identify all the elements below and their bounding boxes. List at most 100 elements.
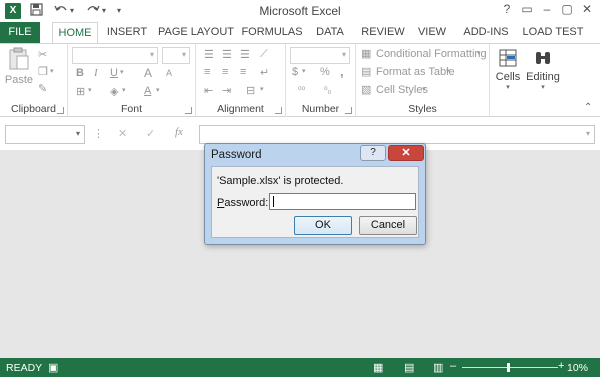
- merge-dropdown-icon[interactable]: ▾: [260, 85, 264, 93]
- format-as-table-button[interactable]: Format as Table: [376, 66, 455, 78]
- increase-decimal-icon[interactable]: ⁰⁰: [298, 85, 305, 96]
- underline-icon[interactable]: U: [110, 67, 118, 79]
- dialog-close-button[interactable]: ✕: [388, 145, 424, 161]
- shrink-font-icon[interactable]: A: [166, 68, 172, 78]
- font-size-dropdown[interactable]: ▾: [162, 47, 190, 64]
- align-middle-icon[interactable]: ☰: [222, 48, 232, 61]
- cell-styles-icon[interactable]: ▧: [361, 83, 371, 96]
- format-painter-icon[interactable]: ✎: [38, 82, 47, 95]
- cut-icon[interactable]: ✂: [38, 48, 47, 61]
- fill-color-dropdown-icon[interactable]: ▾: [122, 86, 126, 94]
- chevron-down-icon: ▾: [181, 50, 186, 59]
- borders-icon[interactable]: ⊞: [76, 85, 85, 98]
- paste-button[interactable]: Paste: [4, 47, 34, 86]
- dialog-help-button[interactable]: ?: [360, 145, 386, 161]
- comma-style-icon[interactable]: ,: [340, 64, 344, 79]
- page-break-preview-icon[interactable]: ▥: [433, 361, 443, 374]
- cells-icon: [499, 49, 517, 67]
- font-launcher-icon[interactable]: [185, 107, 192, 114]
- conditional-formatting-dropdown-icon[interactable]: ▾: [477, 49, 481, 57]
- font-color-icon[interactable]: A: [144, 85, 151, 97]
- zoom-in-icon[interactable]: +: [558, 360, 564, 372]
- restore-icon[interactable]: ▢: [558, 2, 576, 16]
- decrease-indent-icon[interactable]: ⇤: [204, 84, 213, 97]
- number-launcher-icon[interactable]: [345, 107, 352, 114]
- tab-page-layout[interactable]: PAGE LAYOUT: [156, 22, 236, 43]
- copy-icon[interactable]: ❐: [38, 65, 48, 78]
- zoom-level[interactable]: 10%: [567, 362, 588, 374]
- tab-insert[interactable]: INSERT: [104, 22, 150, 43]
- conditional-formatting-icon[interactable]: ▦: [361, 47, 371, 60]
- tab-review[interactable]: REVIEW: [358, 22, 408, 43]
- cells-button[interactable]: Cells ▾: [494, 48, 522, 91]
- alignment-launcher-icon[interactable]: [275, 107, 282, 114]
- tab-home[interactable]: HOME: [52, 22, 98, 44]
- password-field[interactable]: [269, 193, 416, 210]
- align-top-icon[interactable]: ☰: [204, 48, 214, 61]
- zoom-slider[interactable]: [462, 367, 558, 368]
- copy-dropdown-icon[interactable]: ▾: [50, 67, 54, 75]
- status-bar: READY ▣ ▦ ▤ ▥ – + 10%: [0, 358, 600, 377]
- align-center-icon[interactable]: ≡: [222, 66, 228, 78]
- macro-recording-icon[interactable]: ▣: [48, 361, 58, 374]
- tab-view[interactable]: VIEW: [414, 22, 450, 43]
- borders-dropdown-icon[interactable]: ▾: [88, 86, 92, 94]
- minimize-icon[interactable]: –: [538, 2, 556, 16]
- orientation-icon[interactable]: ⟋: [260, 48, 268, 61]
- editing-button[interactable]: Editing ▾: [526, 48, 560, 91]
- ribbon-display-icon[interactable]: ▭: [518, 2, 536, 16]
- zoom-out-icon[interactable]: –: [450, 360, 456, 372]
- collapse-ribbon-icon[interactable]: ⌃: [584, 102, 592, 113]
- protected-message: 'Sample.xlsx' is protected.: [217, 175, 344, 187]
- clipboard-group: Paste ✂ ❐ ✎ ▾ Clipboard: [0, 44, 68, 117]
- text-cursor: [273, 196, 274, 207]
- cancel-entry-icon[interactable]: ✕: [118, 127, 127, 140]
- wrap-text-icon[interactable]: ↵: [260, 66, 269, 79]
- formula-input[interactable]: ▾: [199, 125, 595, 144]
- tab-add-ins[interactable]: ADD-INS: [458, 22, 514, 43]
- help-icon[interactable]: ?: [498, 2, 516, 16]
- decrease-decimal-icon[interactable]: ⁰₀: [324, 85, 331, 96]
- conditional-formatting-button[interactable]: Conditional Formatting: [376, 48, 487, 60]
- align-bottom-icon[interactable]: ☰: [240, 48, 250, 61]
- currency-dropdown-icon[interactable]: ▾: [302, 67, 306, 75]
- format-as-table-dropdown-icon[interactable]: ▾: [446, 67, 450, 75]
- tab-data[interactable]: DATA: [310, 22, 350, 43]
- password-dialog: Password ? ✕ 'Sample.xlsx' is protected.…: [204, 143, 426, 245]
- align-left-icon[interactable]: ≡: [204, 66, 210, 78]
- percent-icon[interactable]: %: [320, 66, 330, 78]
- insert-function-icon[interactable]: fx: [175, 126, 183, 138]
- merge-center-icon[interactable]: ⊟: [246, 84, 255, 97]
- cells-label: Cells: [495, 71, 521, 83]
- align-right-icon[interactable]: ≡: [240, 66, 246, 78]
- cancel-button[interactable]: Cancel: [359, 216, 417, 235]
- name-box[interactable]: ▾: [5, 125, 85, 144]
- bold-icon[interactable]: B: [76, 67, 84, 79]
- cell-styles-dropdown-icon[interactable]: ▾: [422, 85, 426, 93]
- clipboard-launcher-icon[interactable]: [57, 107, 64, 114]
- currency-icon[interactable]: $: [292, 66, 298, 78]
- tab-formulas[interactable]: FORMULAS: [240, 22, 304, 43]
- font-group: ▾ ▾ B I U ▾ A A ⊞ ▾ ◈ ▾ A ▾ Font: [68, 44, 196, 117]
- underline-dropdown-icon[interactable]: ▾: [120, 68, 124, 76]
- italic-icon[interactable]: I: [94, 67, 98, 79]
- confirm-entry-icon[interactable]: ✓: [146, 127, 155, 140]
- cell-styles-button[interactable]: Cell Styles: [376, 84, 428, 96]
- status-ready: READY: [6, 362, 43, 374]
- normal-view-icon[interactable]: ▦: [373, 361, 383, 374]
- chevron-down-icon: ▾: [341, 50, 346, 59]
- tab-file[interactable]: FILE: [0, 22, 40, 43]
- format-as-table-icon[interactable]: ▤: [361, 65, 371, 78]
- grow-font-icon[interactable]: A: [144, 66, 152, 80]
- font-name-dropdown[interactable]: ▾: [72, 47, 158, 64]
- fill-color-icon[interactable]: ◈: [110, 85, 118, 98]
- zoom-slider-thumb[interactable]: [507, 363, 510, 372]
- cells-dropdown-icon: ▾: [506, 84, 510, 91]
- close-icon[interactable]: ✕: [578, 2, 596, 16]
- increase-indent-icon[interactable]: ⇥: [222, 84, 231, 97]
- page-layout-view-icon[interactable]: ▤: [404, 361, 414, 374]
- ok-button[interactable]: OK: [294, 216, 352, 235]
- tab-load-test[interactable]: LOAD TEST: [520, 22, 586, 43]
- font-color-dropdown-icon[interactable]: ▾: [156, 86, 160, 94]
- number-format-dropdown[interactable]: ▾: [290, 47, 350, 64]
